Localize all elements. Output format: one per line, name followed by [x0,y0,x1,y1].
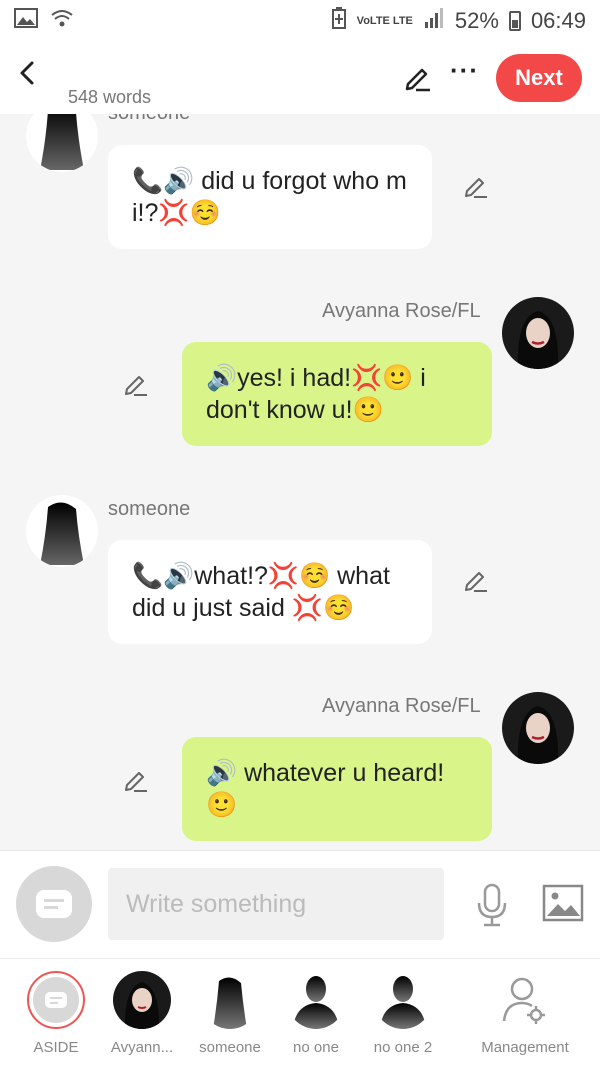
network-type: VoLTE LTE [356,14,413,27]
edit-message-icon[interactable] [462,172,490,200]
edit-pencil-icon[interactable] [402,62,434,94]
character-label: ASIDE [33,1039,79,1056]
sender-name: someone [108,498,191,520]
user-settings-icon [496,971,554,1029]
image-icon[interactable] [542,883,584,923]
character-label: someone [199,1039,261,1056]
character-no-one[interactable]: no one [271,971,361,1056]
avatar-someone[interactable] [26,114,98,172]
microphone-icon[interactable] [474,883,510,927]
character-no-one-2[interactable]: no one 2 [358,971,448,1056]
clock: 06:49 [530,8,586,33]
character-label: no one 2 [373,1039,433,1056]
back-arrow-icon[interactable] [14,58,44,88]
management-button[interactable]: Management [480,971,570,1056]
avatar-avyanna[interactable] [502,692,574,764]
character-label: Management [481,1039,569,1056]
word-count: 548 words [68,87,152,107]
character-someone[interactable]: someone [185,971,275,1056]
more-options-button[interactable]: ··· [450,57,479,83]
aside-icon [27,971,85,1029]
battery-icon [508,11,521,31]
message-bubble[interactable]: 🔊 whatever u heard! 🙂 [182,737,492,841]
avatar [287,971,345,1029]
message-bubble[interactable]: 🔊yes! i had!💢🙂 i don't know u!🙂 [182,342,492,446]
aside-toggle-button[interactable] [16,866,92,942]
sender-name: Avyanna Rose/FL [322,300,481,322]
avatar [374,971,432,1029]
wifi-icon [50,8,74,34]
character-label: Avyann... [110,1039,174,1056]
avatar-someone[interactable] [26,495,98,567]
chat-area[interactable]: someone 📞🔊 did u forgot who m i!?💢☺️ Avy… [0,114,600,850]
editor-header: 548 words ··· Next [0,42,600,114]
battery-saver-icon [331,7,347,35]
avatar [201,971,259,1029]
battery-percent: 52% [454,8,499,33]
character-aside[interactable]: ASIDE [11,971,101,1056]
message-bubble[interactable]: 📞🔊what!?💢☺️ what did u just said 💢☺️ [108,540,432,644]
gallery-notification-icon [14,8,38,34]
status-bar: VoLTE LTE 52% 06:49 [0,0,600,42]
edit-message-icon[interactable] [462,566,490,594]
character-avyanna[interactable]: Avyann... [97,971,187,1056]
message-input[interactable] [108,868,444,940]
signal-icon [423,8,445,34]
character-label: no one [293,1039,339,1056]
character-bar: ASIDE Avyann... someone no one no one 2 … [0,958,600,1067]
sender-name: someone [108,114,190,125]
avatar-avyanna[interactable] [502,297,574,369]
edit-message-icon[interactable] [122,766,150,794]
avatar [113,971,171,1029]
composer-bar [0,850,600,958]
message-bubble[interactable]: 📞🔊 did u forgot who m i!?💢☺️ [108,145,432,249]
sender-name: Avyanna Rose/FL [322,695,481,717]
next-button[interactable]: Next [496,54,582,102]
edit-message-icon[interactable] [122,370,150,398]
